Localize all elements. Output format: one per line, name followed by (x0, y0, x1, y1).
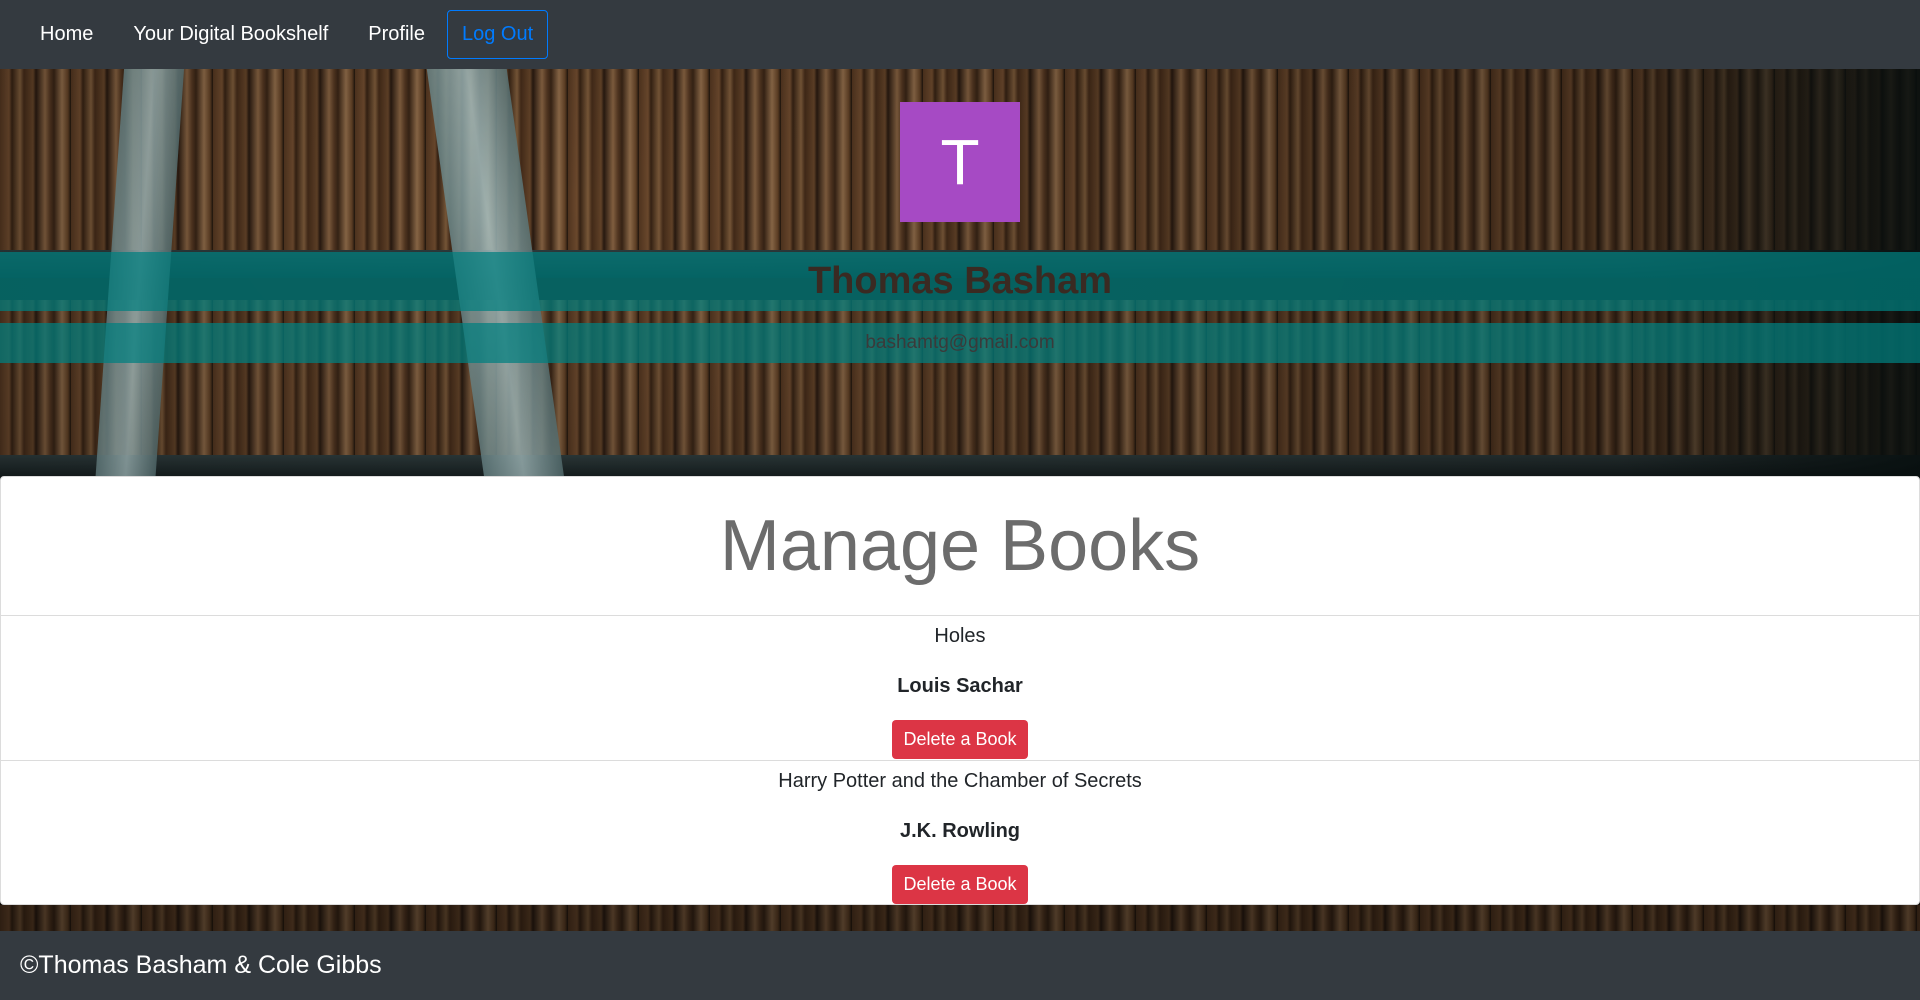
profile-email-band: bashamtg@gmail.com (0, 323, 1920, 363)
delete-book-button[interactable]: Delete a Book (892, 865, 1028, 904)
page-footer: ©Thomas Basham & Cole Gibbs (0, 931, 1920, 1000)
profile-name: Thomas Basham (807, 260, 1113, 302)
delete-book-button[interactable]: Delete a Book (892, 720, 1028, 759)
logout-button[interactable]: Log Out (447, 10, 549, 59)
book-author: J.K. Rowling (900, 820, 1020, 842)
manage-books-card: Manage Books Holes Louis Sachar Delete a… (0, 476, 1920, 905)
top-navbar: Home Your Digital Bookshelf Profile Log … (0, 0, 1920, 69)
book-title: Harry Potter and the Chamber of Secrets (778, 770, 1142, 792)
nav-home-link[interactable]: Home (20, 13, 113, 56)
profile-email: bashamtg@gmail.com (865, 332, 1055, 353)
footer-copyright: ©Thomas Basham & Cole Gibbs (20, 951, 382, 979)
book-title: Holes (934, 625, 986, 647)
nav-profile-link[interactable]: Profile (348, 13, 445, 56)
profile-name-band: Thomas Basham (0, 252, 1920, 311)
book-author: Louis Sachar (897, 675, 1023, 697)
book-list-item: Holes Louis Sachar Delete a Book (1, 616, 1919, 761)
avatar: T (900, 102, 1020, 222)
book-list-item: Harry Potter and the Chamber of Secrets … (1, 761, 1919, 906)
manage-books-title: Manage Books (1, 477, 1919, 616)
nav-bookshelf-link[interactable]: Your Digital Bookshelf (113, 13, 348, 56)
